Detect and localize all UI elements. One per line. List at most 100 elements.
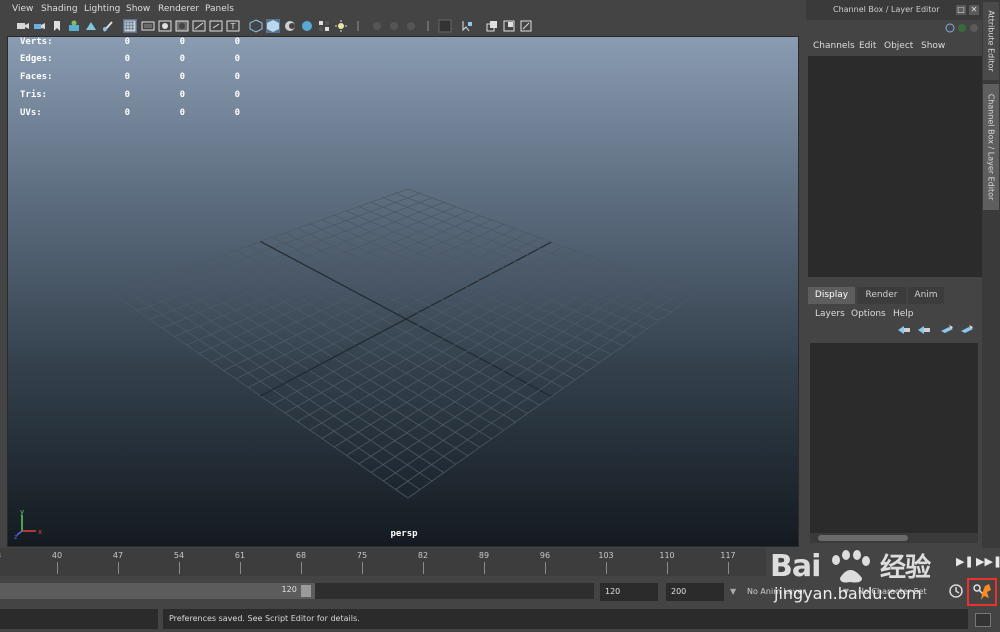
resolution-gate-icon[interactable] [158,19,172,33]
gate-mask-icon[interactable] [175,19,189,33]
time-slider[interactable]: 33 40 47 54 61 68 75 82 89 96 103 110 117 [0,548,766,576]
move-layer-down-icon[interactable] [917,324,931,336]
channel-box-title: Channel Box / Layer Editor [833,5,940,14]
tab-attribute-editor[interactable]: Attribute Editor [983,2,999,80]
use-all-lights-icon[interactable] [334,19,348,33]
xray-components-icon[interactable] [502,19,516,33]
shadows-icon[interactable] [351,19,365,33]
safe-title-icon[interactable]: T [226,19,240,33]
menu-view[interactable]: View [12,4,33,14]
script-editor-icon[interactable] [975,613,991,627]
hud-value: 0 [234,90,240,100]
depth-of-field-icon[interactable] [421,19,435,33]
side-tabs: Attribute Editor Channel Box / Layer Edi… [982,0,1000,548]
channel-box-list[interactable] [808,56,982,277]
tab-label: Channel Box / Layer Editor [986,93,996,201]
playback-end-field[interactable]: 200 [666,583,724,601]
scrollbar-thumb[interactable] [818,535,908,541]
motion-blur-icon[interactable] [387,19,401,33]
grid-line [284,250,576,414]
move-layer-up-icon[interactable] [897,324,911,336]
xray-icon[interactable] [460,19,474,33]
range-slider[interactable]: 120 [0,583,594,599]
frame-tick-label: 117 [720,551,736,560]
grid-icon[interactable] [123,19,137,33]
hud-value: 0 [124,37,130,47]
menu-show[interactable]: Show [921,41,945,51]
wireframe-on-shaded-icon[interactable] [300,19,314,33]
persp-viewport[interactable]: Verts: 0 0 0 Edges: 0 0 0 Faces: 0 0 0 T… [7,36,799,547]
camera-attributes-icon[interactable] [33,19,47,33]
menu-panels[interactable]: Panels [205,4,234,14]
chevron-down-icon[interactable]: ▼ [843,583,853,601]
bookmark-icon[interactable] [50,19,64,33]
chevron-down-icon[interactable]: ▼ [730,583,740,601]
viewport-toolbar: T [12,18,532,36]
new-layer-selected-icon[interactable] [960,324,974,336]
layer-list[interactable] [810,343,978,533]
step-forward-key-icon[interactable]: ▶❚ [956,554,974,570]
grease-pencil-icon[interactable] [101,19,115,33]
hud-row-edges: Edges: 0 0 0 [20,54,260,68]
animation-preferences-icon[interactable] [947,582,965,600]
character-set-dropdown[interactable]: No Character Set [856,583,942,601]
axis-y-label: y [20,508,24,516]
frame-tick-label: 103 [598,551,614,560]
hud-value: 0 [179,54,185,64]
hud-value: 0 [179,108,185,118]
hud-row-verts: Verts: 0 0 0 [20,37,260,51]
hud-label: Verts: [20,37,53,47]
command-line-input[interactable] [0,609,158,629]
smooth-shade-icon[interactable] [266,19,280,33]
two-d-pan-icon[interactable] [84,19,98,33]
viewport-menubar: View Shading Lighting Show Renderer Pane… [0,2,806,18]
wireframe-icon[interactable] [249,19,263,33]
frame-tick-label: 68 [295,551,307,560]
textured-icon[interactable] [317,19,331,33]
hud-value: 0 [124,54,130,64]
film-gate-icon[interactable] [141,19,155,33]
safe-action-icon[interactable] [209,19,223,33]
frame-tick-label: 96 [539,551,551,560]
menu-show[interactable]: Show [126,4,150,14]
tab-channel-box-layer-editor[interactable]: Channel Box / Layer Editor [983,84,999,210]
auto-keyframe-toggle[interactable] [967,578,997,606]
layer-list-scrollbar[interactable] [810,533,978,543]
menu-object[interactable]: Object [884,41,913,51]
multisample-aa-icon[interactable] [404,19,418,33]
tab-anim[interactable]: Anim [908,287,944,304]
menu-renderer[interactable]: Renderer [158,4,199,14]
tab-render[interactable]: Render [857,287,906,304]
isolate-select-icon[interactable] [438,19,452,33]
use-default-material-icon[interactable] [283,19,297,33]
go-to-end-icon[interactable]: ▶▶❚ [976,554,1000,570]
screen-space-ao-icon[interactable] [370,19,384,33]
hud-value: 0 [234,54,240,64]
two-sided-lighting-icon[interactable] [519,19,533,33]
menu-edit[interactable]: Edit [859,41,876,51]
animation-end-field[interactable]: 120 [600,583,658,601]
camera-icon[interactable] [16,19,30,33]
image-plane-icon[interactable] [67,19,81,33]
channel-box-mode-icons[interactable] [944,22,978,34]
range-slider-row: 120 120 200 ▼ No Anim Layer ▼ No Charact… [0,578,1000,606]
menu-lighting[interactable]: Lighting [84,4,120,14]
menu-channels[interactable]: Channels [813,41,855,51]
frame-tick [362,562,363,574]
close-icon[interactable]: ✕ [969,5,979,15]
menu-layers[interactable]: Layers [815,309,845,319]
frame-tick-label: 61 [234,551,246,560]
frame-tick [423,562,424,574]
frame-tick [667,562,668,574]
menu-options[interactable]: Options [851,309,886,319]
tab-label: Attribute Editor [986,10,996,72]
range-slider-handle[interactable] [300,585,311,597]
float-panel-icon[interactable]: □ [956,5,966,15]
tab-display[interactable]: Display [808,287,855,304]
field-chart-icon[interactable] [192,19,206,33]
new-empty-layer-icon[interactable] [940,324,954,336]
menu-shading[interactable]: Shading [41,4,78,14]
xray-joints-icon[interactable] [485,19,499,33]
menu-help[interactable]: Help [893,309,914,319]
anim-layer-dropdown[interactable]: No Anim Layer [744,583,836,601]
